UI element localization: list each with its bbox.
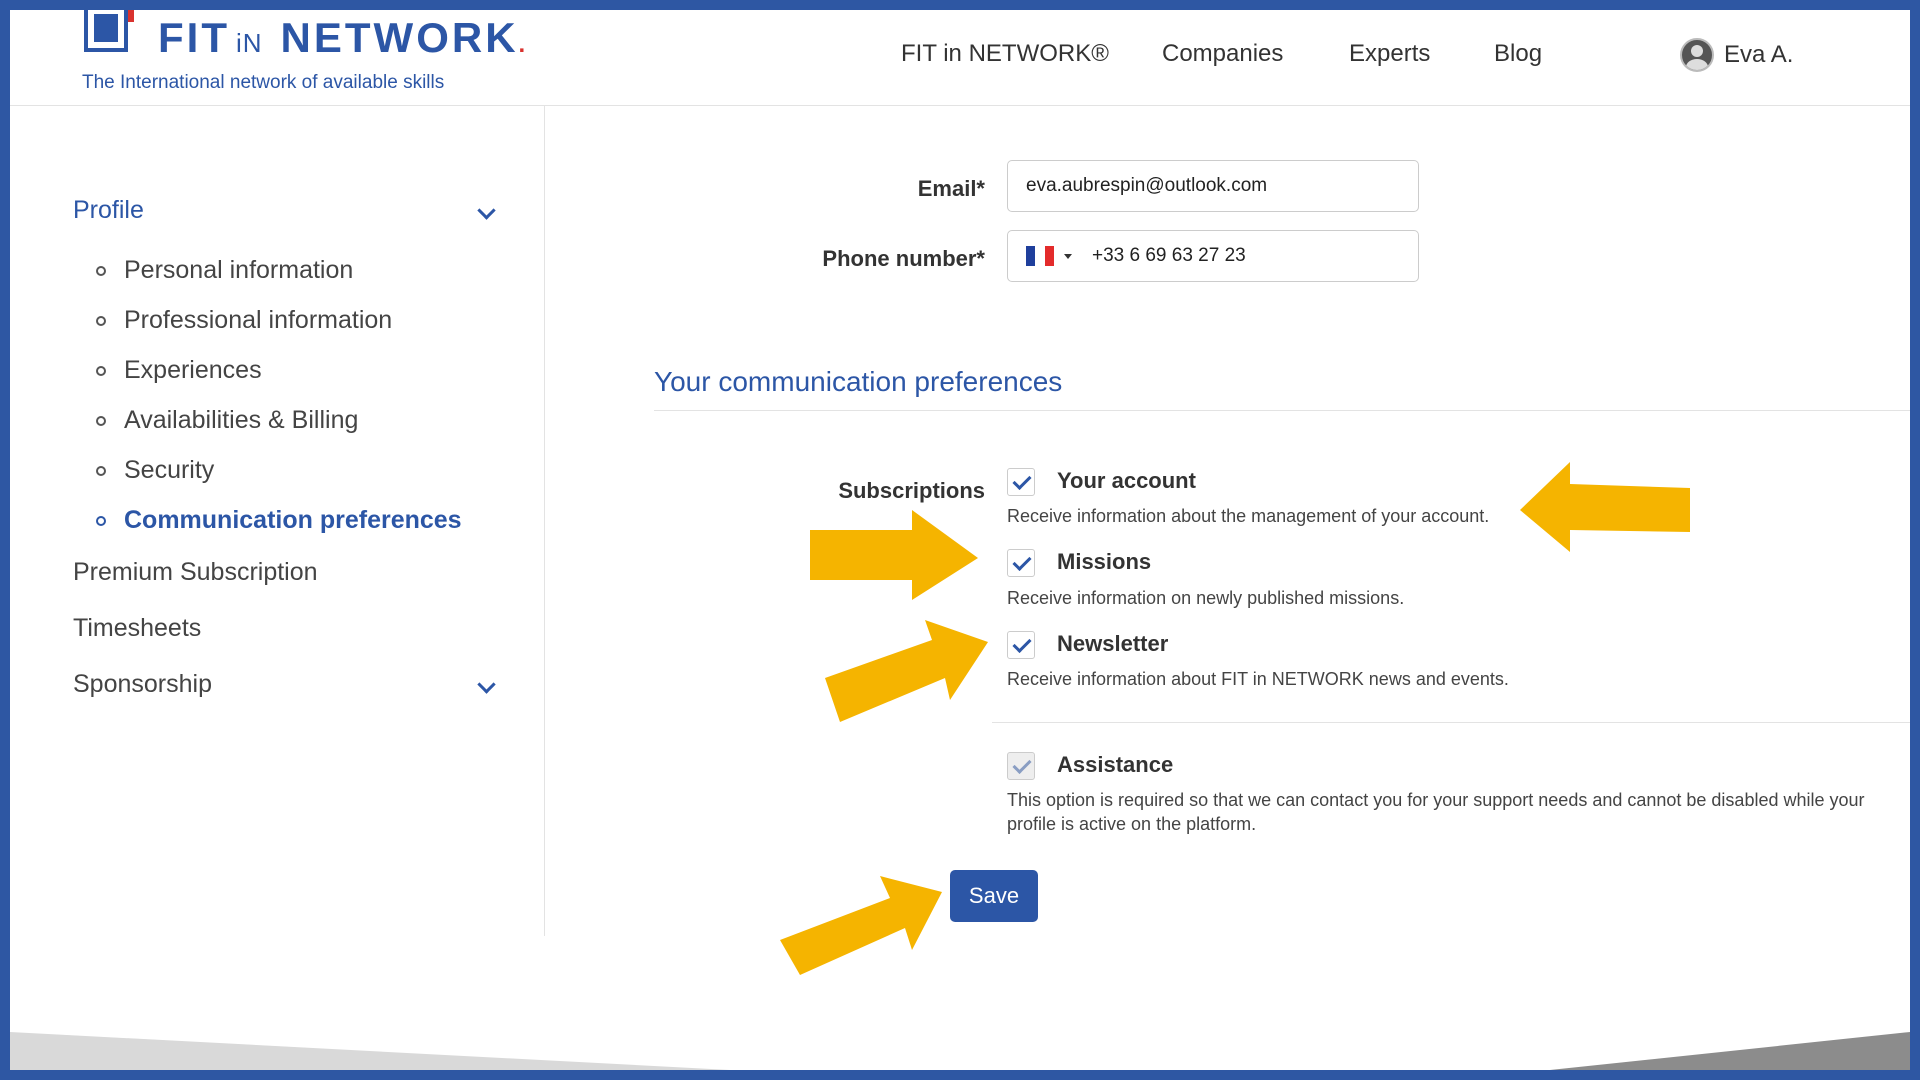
assistance-title: Assistance [1057, 752, 1174, 777]
preferences-title: Your communication preferences [654, 366, 1063, 397]
arrow-icon [780, 876, 942, 975]
sidebar-item-professional-information[interactable]: Professional information [96, 306, 392, 335]
phone-label: Phone number* [822, 246, 985, 271]
your-account-title: Your account [1057, 468, 1196, 493]
logo-icon[interactable] [84, 10, 134, 52]
header: FIT iN NETWORK. The International network … [10, 10, 1910, 106]
divider [992, 722, 1910, 723]
tagline: The International network of available s… [82, 72, 445, 93]
nav-blog[interactable]: Blog [1494, 40, 1542, 68]
email-label: Email* [917, 176, 985, 201]
sidebar-item-premium-subscription[interactable]: Premium Subscription [73, 558, 318, 587]
newsletter-title: Newsletter [1057, 631, 1169, 656]
sidebar-item-security[interactable]: Security [96, 456, 214, 485]
user-name: Eva A. [1724, 41, 1794, 68]
chevron-down-icon[interactable] [477, 201, 496, 220]
sidebar-item-experiences[interactable]: Experiences [96, 356, 262, 385]
sidebar-item-personal-information[interactable]: Personal information [96, 256, 353, 285]
nav-fit-in-network[interactable]: FIT in NETWORK® [901, 40, 1109, 68]
your-account-desc: Receive information about the management… [1007, 506, 1490, 526]
arrow-icon [825, 620, 988, 722]
newsletter-checkbox[interactable] [1007, 631, 1035, 659]
page: FIT iN NETWORK. The International network … [10, 10, 1910, 1070]
caret-down-icon[interactable] [1064, 253, 1072, 259]
missions-checkbox[interactable] [1007, 549, 1035, 577]
phone-field[interactable]: +33 6 69 63 27 23 [1007, 230, 1419, 282]
email-field[interactable]: eva.aubrespin@outlook.com [1007, 160, 1419, 212]
avatar [1680, 38, 1714, 72]
chevron-down-icon[interactable] [477, 675, 496, 694]
france-flag-icon[interactable] [1026, 246, 1054, 266]
user-menu[interactable]: Eva A. [1680, 38, 1793, 72]
newsletter-desc: Receive information about FIT in NETWORK… [1007, 669, 1509, 689]
sidebar-item-sponsorship[interactable]: Sponsorship [73, 670, 212, 699]
sidebar-item-timesheets[interactable]: Timesheets [73, 614, 201, 643]
assistance-desc: This option is required so that we can c… [1007, 790, 1865, 834]
divider [654, 410, 1910, 411]
nav-experts[interactable]: Experts [1349, 40, 1430, 68]
arrow-icon [1520, 462, 1690, 552]
logo-wordmark[interactable]: FIT iN NETWORK. [158, 14, 528, 62]
missions-desc: Receive information on newly published m… [1007, 588, 1405, 608]
your-account-checkbox[interactable] [1007, 468, 1035, 496]
subscriptions-label: Subscriptions [838, 478, 985, 503]
sidebar-item-communication-preferences[interactable]: Communication preferences [96, 506, 462, 535]
nav-companies[interactable]: Companies [1162, 40, 1283, 68]
assistance-checkbox [1007, 752, 1035, 780]
arrow-icon [810, 510, 978, 600]
sidebar-item-availabilities-billing[interactable]: Availabilities & Billing [96, 406, 358, 435]
save-button[interactable]: Save [950, 870, 1038, 922]
missions-title: Missions [1057, 549, 1152, 574]
sidebar: Profile Personal information Professiona… [10, 106, 545, 936]
sidebar-item-profile[interactable]: Profile [73, 196, 144, 225]
